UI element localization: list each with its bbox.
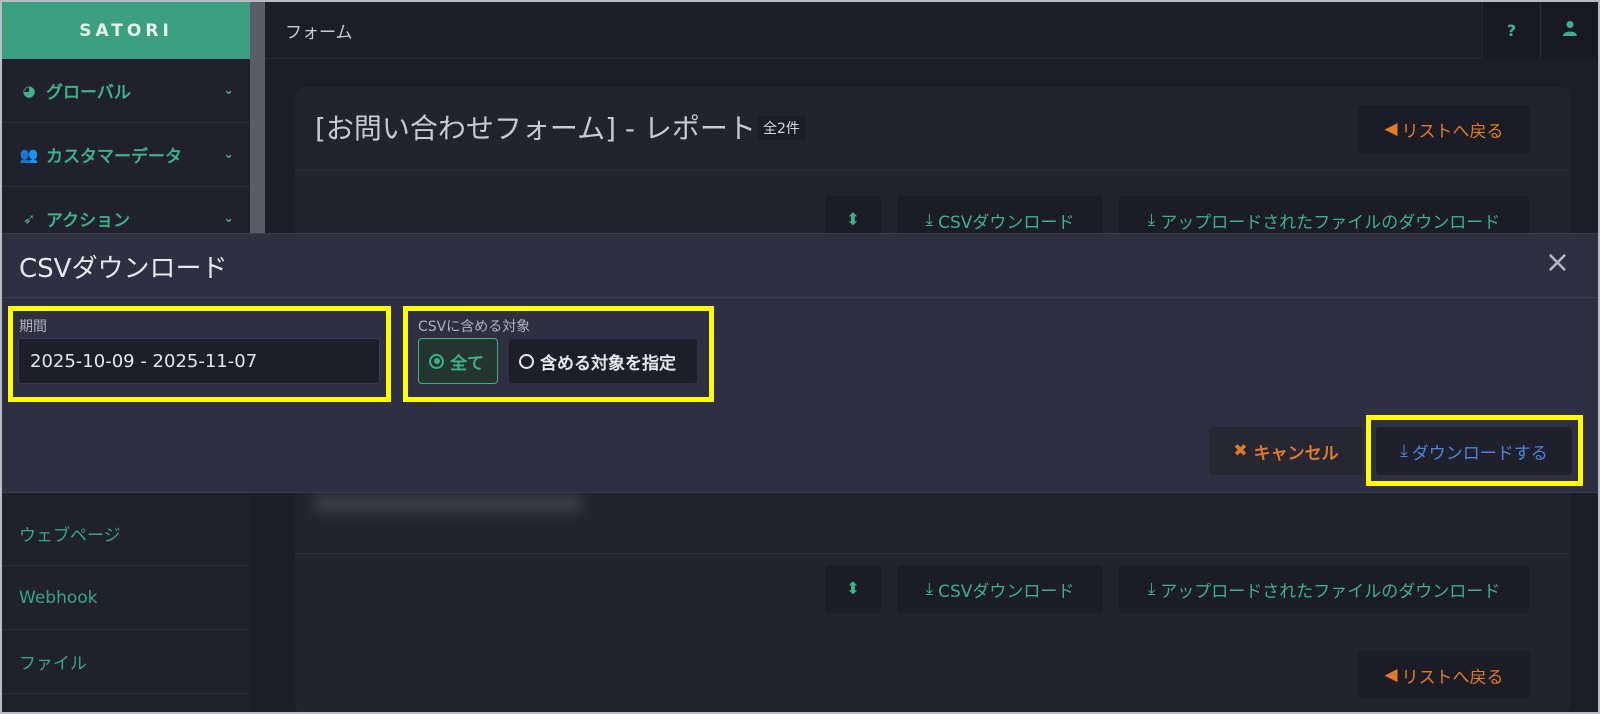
count-badge: 全2件 bbox=[757, 116, 806, 140]
modal-header: CSVダウンロード × bbox=[0, 234, 1600, 298]
close-icon: ✖ bbox=[1233, 441, 1248, 461]
help-button[interactable]: ? bbox=[1482, 1, 1540, 59]
close-icon[interactable]: × bbox=[1545, 248, 1570, 278]
radio-unchecked-icon bbox=[519, 353, 534, 369]
csv-download-label: CSVダウンロード bbox=[938, 581, 1075, 602]
sidebar-item-label: グローバル bbox=[46, 83, 131, 103]
back-to-list-button[interactable]: ◀ リストへ戻る bbox=[1358, 651, 1530, 699]
chevron-down-icon: ⌄ bbox=[223, 83, 234, 98]
radio-all[interactable]: 全て bbox=[418, 338, 498, 384]
uploaded-download-label: アップロードされたファイルのダウンロード bbox=[1160, 212, 1501, 233]
radio-specify[interactable]: 含める対象を指定 bbox=[508, 338, 698, 384]
sidebar-scrollbar[interactable] bbox=[250, 2, 265, 236]
sidebar-item-webpage[interactable]: ウェブページ bbox=[2, 502, 250, 566]
sidebar-item-global[interactable]: ◕ グローバル ⌄ bbox=[2, 59, 250, 123]
report-title: [お問い合わせフォーム] - レポート bbox=[315, 112, 756, 145]
csv-download-button[interactable]: ⤓ CSVダウンロード bbox=[897, 565, 1103, 613]
period-input[interactable]: 2025-10-09 - 2025-11-07 bbox=[18, 338, 380, 384]
dashboard-icon: ◕ bbox=[22, 81, 36, 100]
arrow-left-icon: ◀ bbox=[1384, 119, 1398, 139]
uploaded-files-download-button[interactable]: ⤓ アップロードされたファイルのダウンロード bbox=[1119, 565, 1529, 613]
modal-title: CSVダウンロード bbox=[19, 254, 228, 284]
sidebar-item-label: カスタマーデータ bbox=[46, 147, 182, 167]
download-label: ダウンロードする bbox=[1411, 443, 1548, 464]
card-header: [お問い合わせフォーム] - レポート 全2件 ◀ リストへ戻る bbox=[295, 87, 1570, 171]
csv-download-label: CSVダウンロード bbox=[938, 212, 1075, 233]
sidebar-item-label: アクション bbox=[46, 211, 131, 231]
sort-button[interactable]: ⬍ bbox=[825, 565, 881, 613]
download-icon: ⤓ bbox=[1147, 579, 1156, 599]
chevron-down-icon: ⌄ bbox=[223, 211, 234, 226]
arrow-left-icon: ◀ bbox=[1384, 665, 1398, 685]
back-to-list-button[interactable]: ◀ リストへ戻る bbox=[1358, 105, 1530, 153]
sidebar-item-file[interactable]: ファイル bbox=[2, 630, 250, 694]
target-label: CSVに含める対象 bbox=[418, 319, 531, 335]
sidebar-item-customer-data[interactable]: 👥 カスタマーデータ ⌄ bbox=[2, 123, 250, 187]
radio-checked-icon bbox=[429, 353, 444, 369]
brand-logo[interactable]: SATORI bbox=[2, 2, 250, 59]
rocket-icon: ➶ bbox=[22, 209, 36, 228]
sidebar-item-webhook[interactable]: Webhook bbox=[2, 566, 250, 630]
download-button[interactable]: ⤓ ダウンロードする bbox=[1376, 427, 1572, 475]
sort-icon: ⬍ bbox=[845, 579, 861, 599]
chevron-down-icon: ⌄ bbox=[223, 147, 234, 162]
blurred-content bbox=[313, 495, 583, 513]
csv-download-modal: CSVダウンロード × 期間 2025-10-09 - 2025-11-07 C… bbox=[0, 233, 1600, 493]
radio-all-label: 全て bbox=[450, 353, 484, 374]
topbar: フォーム ? bbox=[265, 1, 1598, 59]
period-label: 期間 bbox=[19, 319, 47, 335]
uploaded-download-label: アップロードされたファイルのダウンロード bbox=[1160, 581, 1501, 602]
radio-specify-label: 含める対象を指定 bbox=[540, 353, 676, 374]
sort-icon: ⬍ bbox=[845, 210, 861, 230]
download-icon: ⤓ bbox=[925, 579, 934, 599]
download-icon: ⤓ bbox=[1147, 210, 1156, 230]
download-icon: ⤓ bbox=[1400, 441, 1408, 461]
users-icon: 👥 bbox=[19, 145, 39, 164]
back-label: リストへ戻る bbox=[1401, 121, 1504, 142]
user-menu-button[interactable] bbox=[1540, 1, 1598, 59]
user-icon bbox=[1562, 20, 1577, 40]
cancel-label: キャンセル bbox=[1253, 443, 1339, 464]
page-title: フォーム bbox=[285, 22, 353, 43]
back-label: リストへ戻る bbox=[1401, 667, 1504, 688]
cancel-button[interactable]: ✖ キャンセル bbox=[1209, 427, 1363, 475]
download-icon: ⤓ bbox=[925, 210, 934, 230]
toolbar-bottom: ⬍ ⤓ CSVダウンロード ⤓ アップロードされたファイルのダウンロード bbox=[295, 553, 1570, 623]
